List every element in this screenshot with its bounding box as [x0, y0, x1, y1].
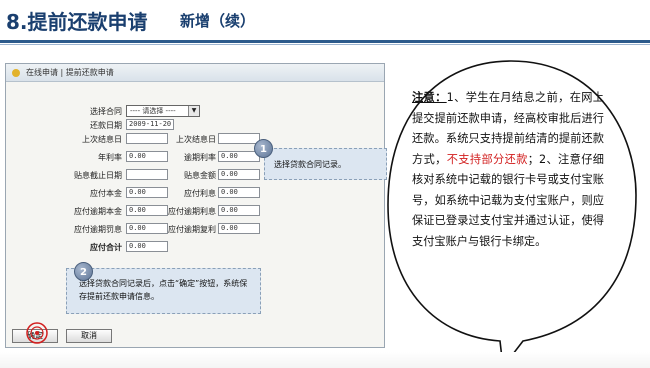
penalty-overdue-interest-label: 应付逾期复利 [168, 225, 216, 234]
callout-1: 选择贷款合同记录。 [264, 148, 387, 180]
breadcrumb: 在线申请 | 提前还款申请 [6, 64, 384, 82]
callout-2-text: 选择贷款合同记录后，点击“确定”按钮，系统保存提前还款申请信息。 [79, 279, 248, 301]
interest-due-label: 应付利息 [184, 189, 216, 198]
penalty-rate-field[interactable]: 0.00 [218, 205, 260, 216]
accrued-till-label: 贴息截止日期 [74, 171, 122, 180]
click-target-icon [26, 322, 48, 344]
note-part-2: ；2、注意仔细核对系统中记载的银行卡号或支付宝账号，如系统中记载为支付宝账户，则… [412, 152, 604, 248]
contract-label: 选择合同 [90, 107, 122, 116]
interest-amount-label: 贴息金额 [184, 171, 216, 180]
repay-date-label: 还款日期 [90, 121, 122, 130]
slide-header: 8.提前还款申请 新增（续） [0, 0, 650, 45]
breadcrumb-label: 在线申请 | 提前还款申请 [26, 68, 114, 77]
note-warning: 不支持部分还款 [446, 152, 528, 166]
star-icon [12, 69, 20, 77]
penalty-rate-label: 应付逾期利息 [168, 207, 216, 216]
note-text: 注意：1、学生在月结息之前，在网上提交提前还款申请，经高校审批后进行还款。系统只… [412, 88, 604, 252]
repay-date-field[interactable]: 2009-11-20 [126, 119, 174, 130]
cancel-button[interactable]: 取消 [66, 329, 112, 343]
interest-due-field[interactable]: 0.00 [218, 187, 260, 198]
callout-1-text: 选择贷款合同记录。 [274, 160, 346, 169]
step-badge-2: 2 [74, 262, 93, 281]
contract-select-value: ---- 请选择 ---- [130, 107, 176, 115]
total-due-field[interactable]: 0.00 [126, 241, 168, 252]
last-repay-date-label: 上次结息日 [82, 135, 122, 144]
penalty-overdue-interest-field[interactable]: 0.00 [218, 223, 260, 234]
note-heading: 注意： [412, 91, 447, 104]
overdue-rate-field[interactable]: 0.00 [218, 151, 260, 162]
principal-due-label: 应付本金 [90, 189, 122, 198]
callout-2: 选择贷款合同记录后，点击“确定”按钮，系统保存提前还款申请信息。 [66, 268, 261, 314]
chevron-down-icon[interactable]: ▼ [188, 106, 199, 116]
penalty-overdue-label: 应付逾期罚息 [74, 225, 122, 234]
slide-subtitle: 新增（续） [180, 12, 256, 30]
total-due-label: 应付合计 [90, 243, 122, 252]
last-accrual-date-label: 上次结息日 [176, 135, 216, 144]
interest-amount-field[interactable]: 0.00 [218, 169, 260, 180]
penalty-principal-label: 应付逾期本金 [74, 207, 122, 216]
slide-title: 8.提前还款申请 [6, 10, 148, 34]
step-badge-1: 1 [254, 139, 273, 158]
annual-rate-label: 年利率 [98, 153, 122, 162]
bottom-fade [0, 352, 650, 368]
header-divider [0, 40, 650, 43]
last-accrual-date-field[interactable] [218, 133, 260, 144]
contract-select[interactable]: ---- 请选择 ---- ▼ [126, 105, 200, 117]
overdue-rate-label: 逾期利率 [184, 153, 216, 162]
